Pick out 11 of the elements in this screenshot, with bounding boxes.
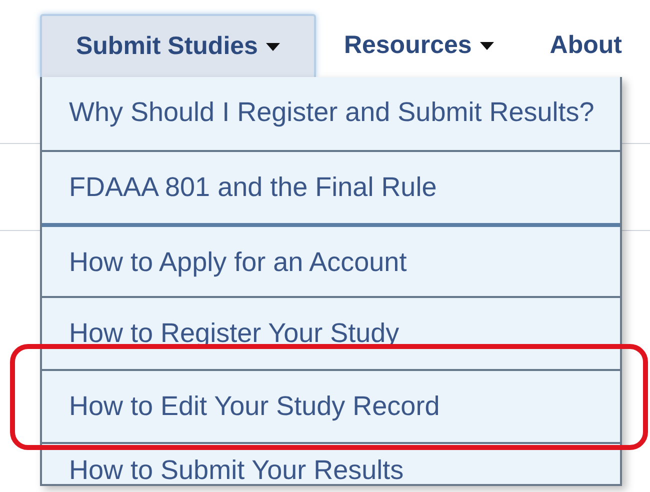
menu-item[interactable]: FDAAA 801 and the Final Rule (69, 169, 437, 205)
menu-item[interactable]: How to Register Your Study (69, 315, 400, 351)
menu-item[interactable]: How to Submit Your Results (69, 455, 404, 484)
nav-tab[interactable]: About (522, 14, 650, 77)
menu-item[interactable]: How to Edit Your Study Record (69, 388, 440, 424)
nav-tab[interactable]: Submit Studies (40, 14, 316, 77)
nav-tab[interactable]: Resources (316, 14, 522, 77)
caret-icon (266, 42, 280, 50)
caret-icon (480, 42, 494, 50)
menu-item[interactable]: How to Apply for an Account (69, 244, 407, 280)
menu-item[interactable]: Why Should I Register and Submit Results? (69, 94, 594, 130)
